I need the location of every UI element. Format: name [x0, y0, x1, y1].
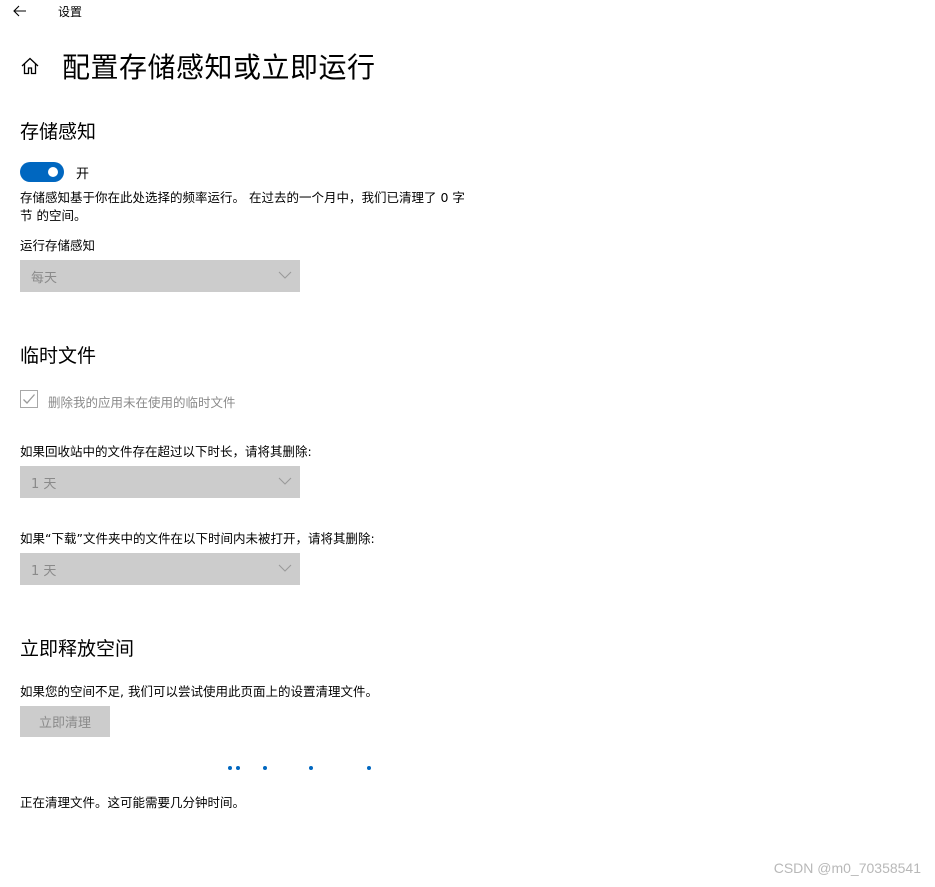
run-frequency-value: 每天	[31, 271, 58, 286]
back-button[interactable]	[8, 0, 32, 22]
delete-temp-files-label: 删除我的应用未在使用的临时文件	[48, 395, 236, 410]
back-arrow-icon	[13, 5, 26, 17]
run-frequency-dropdown[interactable]: 每天	[20, 260, 300, 292]
free-space-description: 如果您的空间不足, 我们可以尝试使用此页面上的设置清理文件。	[20, 684, 378, 699]
downloads-duration-dropdown[interactable]: 1 天	[20, 553, 300, 585]
downloads-duration-value: 1 天	[31, 564, 57, 579]
storage-sense-heading: 存储感知	[20, 121, 97, 143]
run-storage-sense-label: 运行存储感知	[20, 238, 96, 253]
title-bar: 设置	[0, 0, 935, 22]
chevron-down-icon	[278, 271, 292, 279]
progress-dot	[367, 766, 371, 770]
clean-now-button[interactable]: 立即清理	[20, 706, 110, 737]
downloads-label: 如果“下载”文件夹中的文件在以下时间内未被打开，请将其删除:	[20, 531, 375, 546]
checkmark-icon	[23, 394, 35, 404]
home-icon	[21, 57, 39, 75]
chevron-down-icon	[278, 564, 292, 572]
progress-dot	[236, 766, 240, 770]
storage-sense-toggle[interactable]	[20, 162, 64, 182]
recycle-bin-label: 如果回收站中的文件存在超过以下时长，请将其删除:	[20, 444, 312, 459]
temp-files-heading: 临时文件	[20, 345, 97, 367]
progress-dot	[263, 766, 267, 770]
recycle-bin-duration-dropdown[interactable]: 1 天	[20, 466, 300, 498]
chevron-down-icon	[278, 477, 292, 485]
toggle-state-label: 开	[76, 167, 90, 182]
progress-dot	[228, 766, 232, 770]
free-space-heading: 立即释放空间	[20, 638, 135, 660]
cleaning-status: 正在清理文件。这可能需要几分钟时间。	[20, 795, 246, 810]
progress-dot	[309, 766, 313, 770]
recycle-bin-duration-value: 1 天	[31, 477, 57, 492]
storage-sense-description: 存储感知基于你在此处选择的频率运行。 在过去的一个月中，我们已清理了 0 字节 …	[20, 190, 465, 223]
page-title: 配置存储感知或立即运行	[62, 51, 376, 84]
window-title: 设置	[58, 5, 83, 19]
delete-temp-files-checkbox[interactable]	[20, 390, 38, 408]
toggle-knob	[48, 167, 58, 177]
settings-page: 设置 配置存储感知或立即运行 存储感知 开 存储感知基于你在此处选择的频率运行。…	[0, 0, 935, 887]
watermark: CSDN @m0_70358541	[773, 860, 921, 876]
